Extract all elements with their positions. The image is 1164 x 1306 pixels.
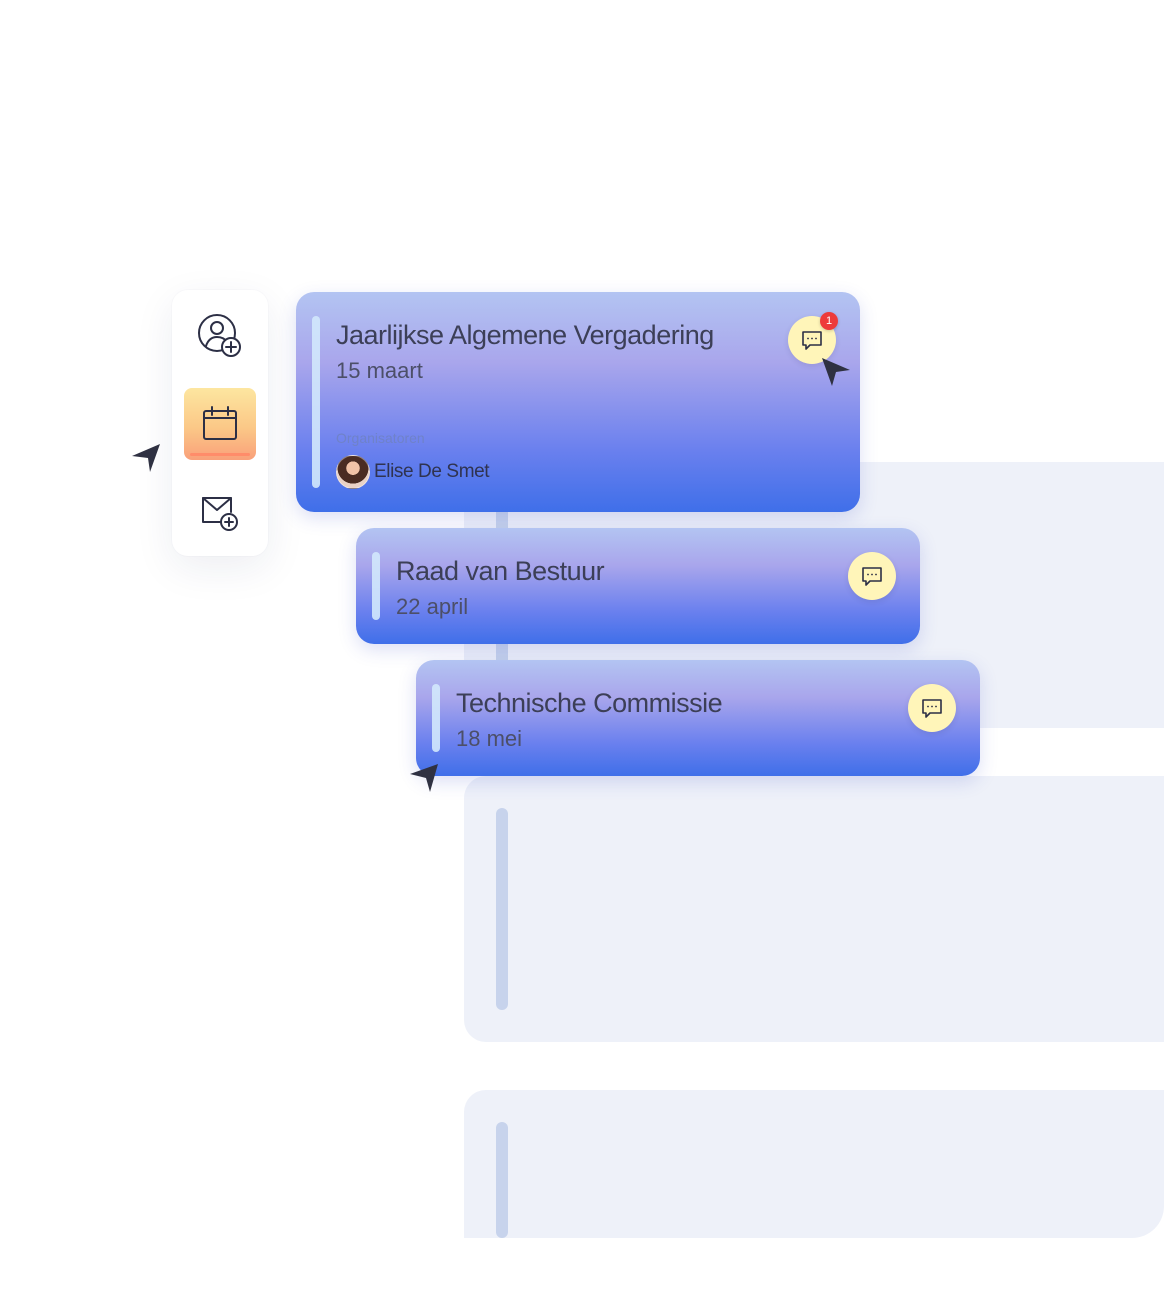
meeting-date: 22 april <box>396 594 469 619</box>
chat-button[interactable] <box>908 684 956 732</box>
card-accent-bar <box>312 316 320 488</box>
card-accent-bar <box>432 684 440 752</box>
cursor-icon <box>410 764 438 792</box>
cursor-icon <box>822 358 850 386</box>
card-accent-bar <box>372 552 380 620</box>
avatar <box>336 455 370 489</box>
user-add-icon <box>198 314 241 357</box>
meeting-card[interactable]: Raad van Bestuur 22 april <box>356 528 920 644</box>
meeting-card[interactable]: Jaarlijkse Algemene Vergadering 15 maart… <box>296 292 860 512</box>
mail-add-icon <box>202 497 238 531</box>
timeline-connector <box>496 512 508 528</box>
calendar-button[interactable] <box>184 388 256 460</box>
meeting-date: 18 mei <box>456 726 523 751</box>
sidebar <box>172 290 268 556</box>
timeline-connector <box>496 644 508 660</box>
meeting-date: 15 maart <box>336 358 423 383</box>
calendar-icon <box>203 406 237 440</box>
chat-icon <box>802 331 822 350</box>
meeting-title: Technische Commissie <box>456 688 723 718</box>
chat-icon <box>862 567 882 586</box>
placeholder-rail <box>496 808 508 1010</box>
cursor-icon <box>132 444 160 472</box>
add-user-button[interactable] <box>184 300 256 372</box>
meeting-card[interactable]: Technische Commissie 18 mei <box>416 660 980 776</box>
meeting-title: Jaarlijkse Algemene Vergadering <box>336 320 714 350</box>
placeholder-rail <box>496 1122 508 1238</box>
organizers-label: Organisatoren <box>336 430 425 446</box>
organizer[interactable]: Elise De Smet <box>336 455 490 489</box>
placeholder-card <box>464 776 1164 1042</box>
chat-icon <box>922 699 942 718</box>
placeholder-card <box>464 1090 1164 1238</box>
add-mail-button[interactable] <box>184 476 256 548</box>
organizer-name: Elise De Smet <box>374 461 490 482</box>
unread-badge: 1 <box>820 312 838 330</box>
chat-button[interactable] <box>848 552 896 600</box>
meeting-title: Raad van Bestuur <box>396 556 605 586</box>
